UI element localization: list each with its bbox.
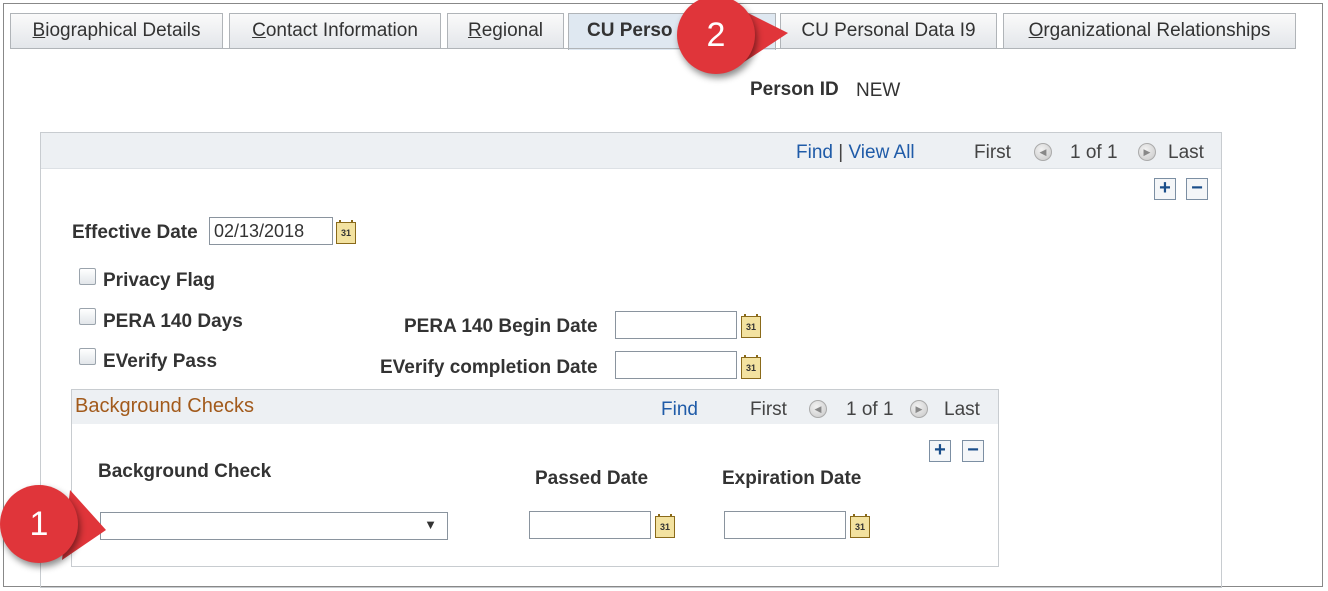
callout-overlay [62,8,788,560]
callout-badge-1: 1 [0,485,78,563]
